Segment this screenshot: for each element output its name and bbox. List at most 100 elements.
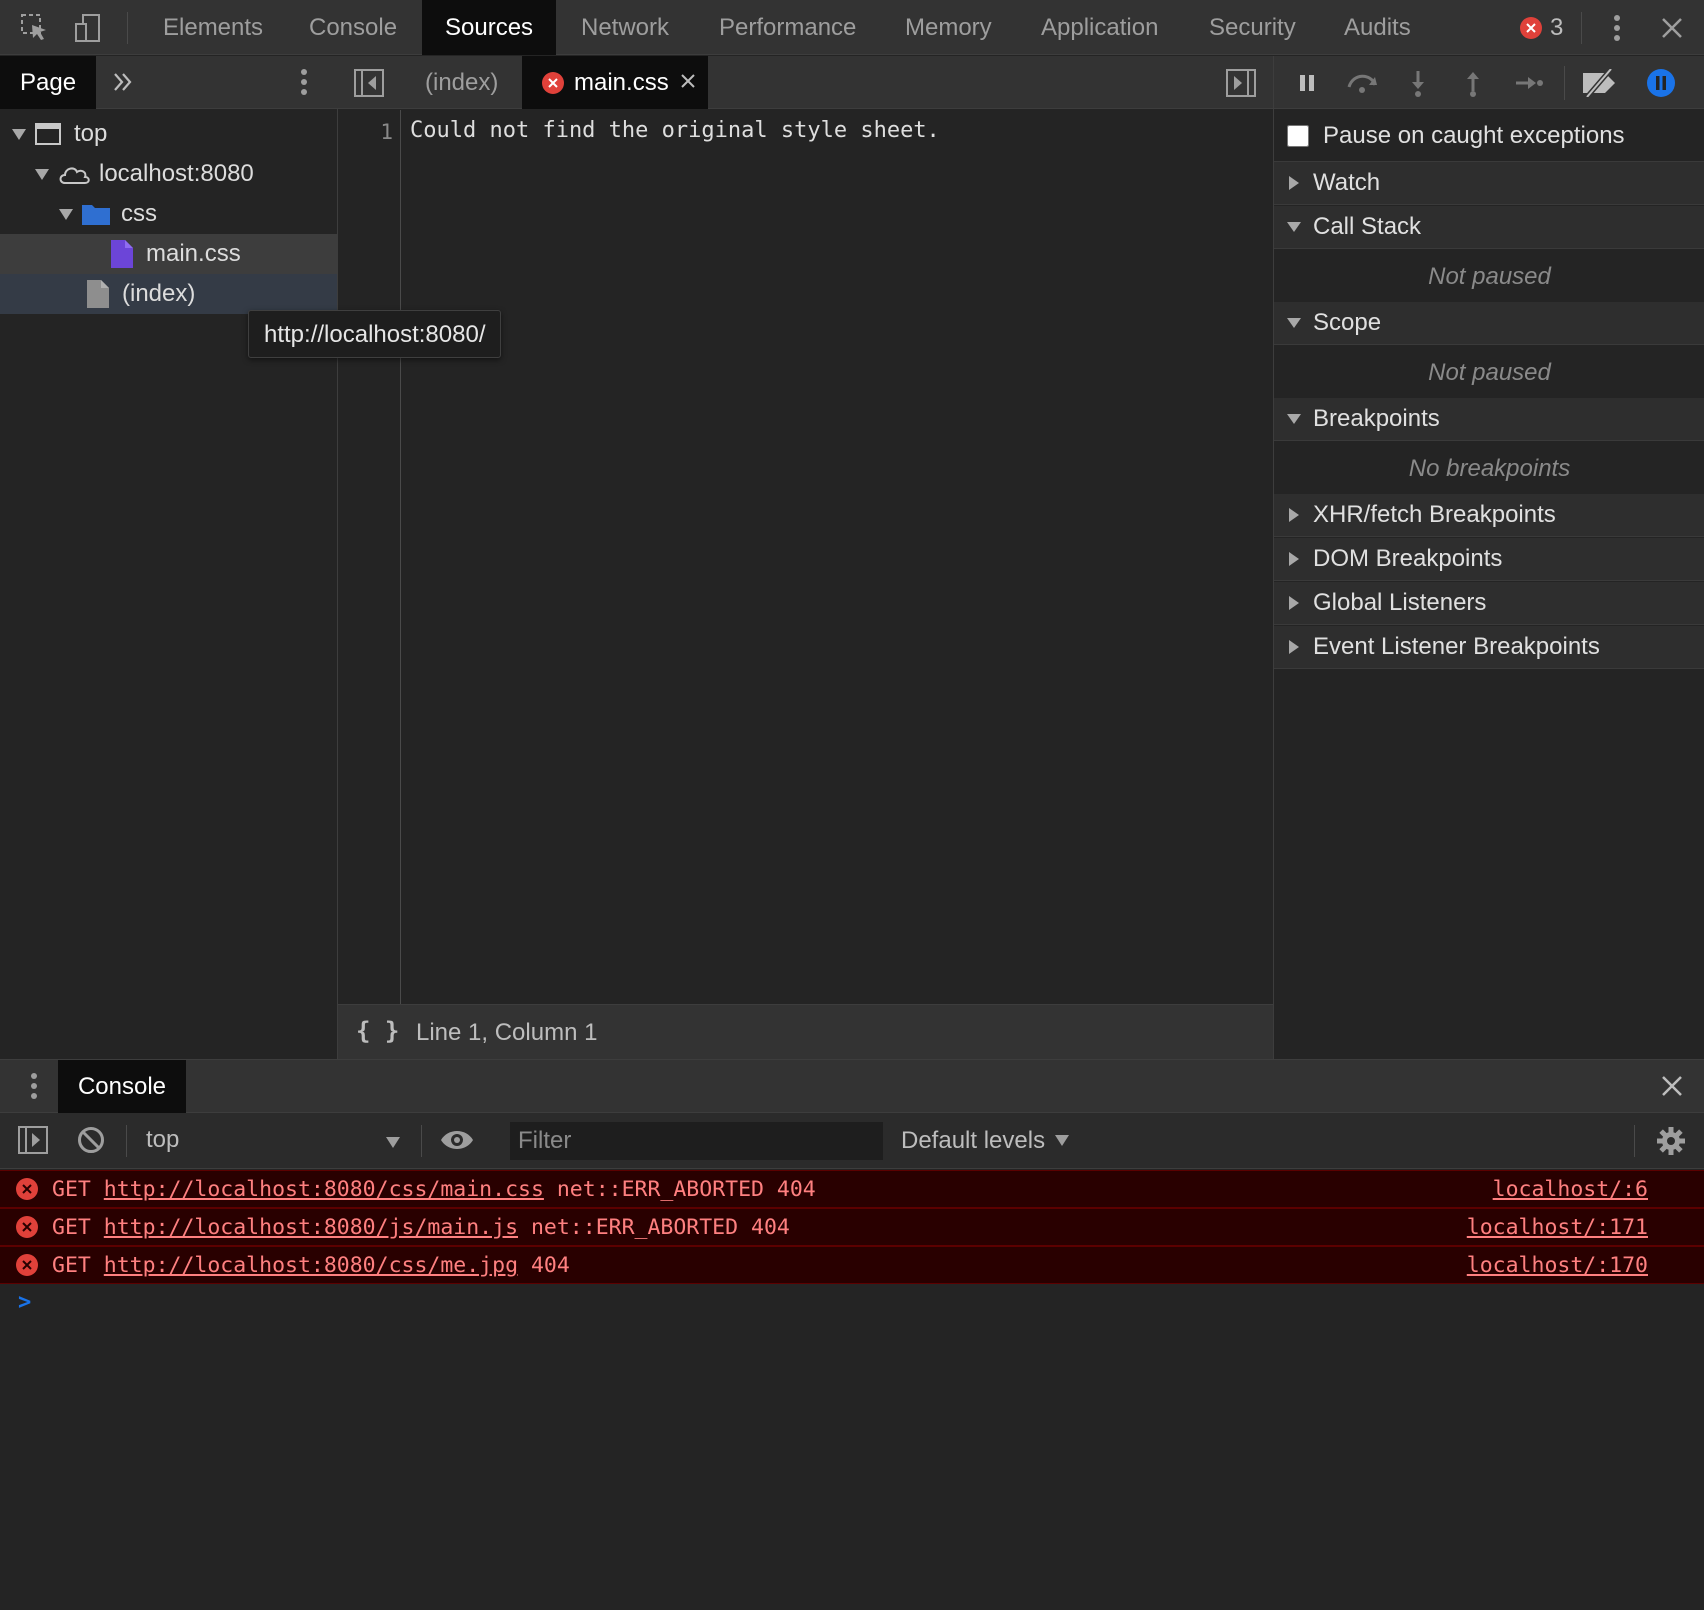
expand-arrow-icon [35, 168, 49, 180]
section-global-listeners[interactable]: Global Listeners [1274, 582, 1704, 625]
section-watch[interactable]: Watch [1274, 162, 1704, 205]
section-xhr-breakpoints[interactable]: XHR/fetch Breakpoints [1274, 494, 1704, 537]
step-out-icon[interactable] [1456, 66, 1490, 100]
device-toolbar-icon[interactable] [68, 8, 108, 48]
section-scope[interactable]: Scope [1274, 302, 1704, 345]
drawer-menu-icon[interactable] [30, 1072, 38, 1100]
request-url-link[interactable]: http://localhost:8080/css/main.css [104, 1177, 544, 1202]
close-drawer-icon[interactable] [1661, 1075, 1683, 1097]
request-url-link[interactable]: http://localhost:8080/js/main.js [104, 1215, 518, 1240]
toggle-navigator-icon[interactable] [354, 69, 384, 97]
expanded-arrow-icon [1287, 414, 1301, 424]
request-method: GET [52, 1176, 91, 1202]
error-counter[interactable]: 3 [1520, 12, 1563, 44]
debugger-sidebar: Pause on caught exceptions Watch Call St… [1273, 56, 1704, 1059]
source-location-link[interactable]: localhost/:171 [1467, 1215, 1648, 1240]
toggle-debugger-icon[interactable] [1226, 69, 1256, 97]
collapsed-arrow-icon [1289, 508, 1299, 522]
tree-item-index[interactable]: (index) [0, 274, 337, 314]
console-filter-input[interactable] [510, 1122, 883, 1160]
more-tabs-icon[interactable] [112, 70, 134, 94]
pause-on-caught-row: Pause on caught exceptions [1274, 110, 1704, 162]
source-location-link[interactable]: localhost/:6 [1493, 1177, 1648, 1202]
editor-tab-index[interactable]: (index) [413, 56, 510, 109]
pretty-print-icon[interactable]: { } [356, 1017, 399, 1045]
section-event-listener-breakpoints[interactable]: Event Listener Breakpoints [1274, 626, 1704, 669]
deactivate-breakpoints-icon[interactable] [1580, 66, 1620, 100]
tab-audits[interactable]: Audits [1321, 0, 1434, 55]
navigator-tabs: Page [0, 56, 338, 109]
document-file-icon [86, 279, 110, 309]
dropdown-arrow-icon [386, 1137, 400, 1148]
code-line[interactable]: Could not find the original style sheet. [410, 118, 940, 143]
tree-label-index: (index) [122, 280, 196, 307]
tree-item-css-folder[interactable]: css [0, 194, 337, 234]
breakpoints-empty: No breakpoints [1274, 442, 1704, 495]
section-breakpoints-label: Breakpoints [1313, 405, 1440, 432]
tab-sources[interactable]: Sources [422, 0, 557, 55]
editor-tab-main-css[interactable]: main.css [522, 56, 708, 109]
pause-on-caught-checkbox[interactable] [1287, 124, 1309, 147]
devtools-main-toolbar: Elements Console Sources Network Perform… [0, 0, 1704, 55]
error-icon [1520, 17, 1542, 39]
tab-page[interactable]: Page [0, 56, 97, 109]
tab-console[interactable]: Console [286, 0, 420, 55]
cursor-position: Line 1, Column 1 [416, 1019, 598, 1046]
tree-item-host[interactable]: localhost:8080 [0, 154, 337, 194]
frame-icon [34, 122, 62, 146]
drawer-tab-console[interactable]: Console [58, 1060, 186, 1113]
console-sidebar-icon[interactable] [18, 1126, 48, 1154]
prompt-chevron-icon: > [18, 1290, 32, 1315]
tree-label-top: top [74, 120, 108, 147]
tab-security[interactable]: Security [1186, 0, 1319, 55]
line-number: 1 [380, 120, 393, 144]
collapsed-arrow-icon [1289, 552, 1299, 566]
expanded-arrow-icon [1287, 222, 1301, 232]
tab-performance[interactable]: Performance [696, 0, 879, 55]
pause-icon[interactable] [1290, 66, 1324, 100]
section-breakpoints[interactable]: Breakpoints [1274, 398, 1704, 441]
source-editor: (index) main.css 1 Could not find the or… [338, 56, 1273, 1059]
tab-application[interactable]: Application [1018, 0, 1181, 55]
cloud-icon [57, 162, 93, 186]
more-options-icon[interactable] [1597, 8, 1637, 48]
request-method: GET [52, 1252, 91, 1278]
url-tooltip: http://localhost:8080/ [248, 310, 502, 358]
source-location-link[interactable]: localhost/:170 [1467, 1253, 1648, 1278]
call-stack-empty: Not paused [1274, 250, 1704, 303]
close-tab-icon[interactable] [680, 73, 696, 89]
context-selector[interactable]: top [134, 1113, 410, 1168]
step-over-icon[interactable] [1345, 66, 1379, 100]
tree-item-top[interactable]: top [0, 114, 337, 154]
tab-memory[interactable]: Memory [882, 0, 1015, 55]
scope-empty: Not paused [1274, 346, 1704, 399]
expand-arrow-icon [59, 208, 73, 220]
inspect-element-icon[interactable] [15, 8, 55, 48]
section-dom-breakpoints[interactable]: DOM Breakpoints [1274, 538, 1704, 581]
step-icon[interactable] [1512, 66, 1546, 100]
error-text: net::ERR_ABORTED 404 [556, 1176, 816, 1202]
collapsed-arrow-icon [1289, 176, 1299, 190]
step-into-icon[interactable] [1401, 66, 1435, 100]
pause-on-exceptions-icon[interactable] [1644, 66, 1678, 100]
live-expression-eye-icon[interactable] [440, 1128, 474, 1152]
console-prompt[interactable]: > [0, 1286, 1704, 1326]
navigator-menu-icon[interactable] [300, 68, 308, 96]
request-url-link[interactable]: http://localhost:8080/css/me.jpg [104, 1253, 518, 1278]
section-call-stack[interactable]: Call Stack [1274, 206, 1704, 249]
tree-item-main-css[interactable]: main.css [0, 234, 337, 274]
drawer-tabs: Console [0, 1060, 1704, 1113]
console-settings-gear-icon[interactable] [1656, 1126, 1686, 1156]
clear-console-icon[interactable] [77, 1126, 105, 1154]
sources-navigator: Page top localhost:8080 css main.css (in… [0, 56, 338, 1059]
tree-label-css: css [121, 200, 157, 227]
section-xhr-label: XHR/fetch Breakpoints [1313, 501, 1556, 528]
context-selector-value: top [146, 1126, 180, 1153]
close-devtools-icon[interactable] [1652, 8, 1692, 48]
tab-network[interactable]: Network [558, 0, 692, 55]
tab-elements[interactable]: Elements [140, 0, 286, 55]
error-icon [16, 1178, 38, 1200]
section-call-stack-label: Call Stack [1313, 213, 1422, 240]
log-levels-dropdown[interactable]: Default levels [901, 1113, 1070, 1168]
error-icon [16, 1254, 38, 1276]
